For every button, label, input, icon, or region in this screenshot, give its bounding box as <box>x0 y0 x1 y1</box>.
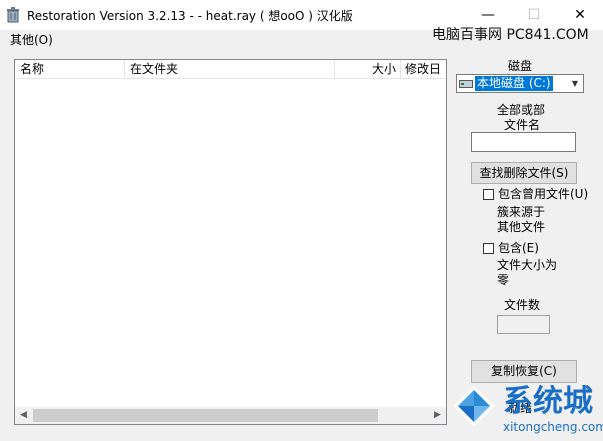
include-used-desc-line2: 其他文件 <box>497 220 546 234</box>
filename-input[interactable] <box>471 132 576 152</box>
include-used-desc-line1: 簇来源于 <box>497 205 546 219</box>
scroll-right-arrow-icon[interactable]: ▶ <box>429 407 446 424</box>
column-header-name[interactable]: 名称 <box>15 60 125 78</box>
list-header: 名称 在文件夹 大小 修改日 <box>15 60 446 79</box>
include-zero-size-desc-line1: 文件大小为 <box>497 258 558 272</box>
filename-label-line2: 文件名 <box>504 118 541 132</box>
watermark-url: xitongcheng.com <box>503 420 603 434</box>
drive-select[interactable]: 本地磁盘 (C:) ▼ <box>456 74 584 93</box>
copy-recover-button[interactable]: 复制恢复(C) <box>471 360 577 383</box>
column-header-folder[interactable]: 在文件夹 <box>125 60 335 78</box>
app-trash-icon <box>7 7 19 23</box>
scroll-left-arrow-icon[interactable]: ◀ <box>15 407 32 424</box>
watermark-brand: 系统城 <box>503 384 593 419</box>
watermark-top: 电脑百事网 PC841.COM <box>432 27 589 43</box>
xitongcheng-logo-icon <box>453 386 495 427</box>
include-zero-size-desc-line2: 零 <box>497 273 510 287</box>
include-zero-size-label[interactable]: 包含(E) <box>498 240 539 256</box>
window-title: Restoration Version 3.2.13 - - heat.ray … <box>27 9 353 23</box>
chevron-down-icon[interactable]: ▼ <box>567 75 583 92</box>
horizontal-scrollbar[interactable]: ◀ ▶ <box>15 407 446 424</box>
file-count-value <box>497 315 550 334</box>
include-zero-size-checkbox[interactable] <box>483 243 494 254</box>
menu-item-other[interactable]: 其他(O) <box>10 31 53 48</box>
column-header-size[interactable]: 大小 <box>335 60 401 78</box>
drive-label: 磁盘 <box>508 59 533 73</box>
file-list[interactable]: 名称 在文件夹 大小 修改日 ◀ ▶ <box>14 59 447 425</box>
hard-drive-icon <box>459 80 473 88</box>
include-used-checkbox[interactable] <box>483 189 494 200</box>
include-used-label[interactable]: 包含曾用文件(U) <box>498 186 588 202</box>
file-count-label: 文件数 <box>504 298 541 312</box>
scroll-thumb[interactable] <box>33 409 378 422</box>
find-deleted-files-button[interactable]: 查找删除文件(S) <box>471 162 577 184</box>
column-header-modified[interactable]: 修改日 <box>401 60 446 78</box>
drive-selected-value: 本地磁盘 (C:) <box>475 76 553 91</box>
